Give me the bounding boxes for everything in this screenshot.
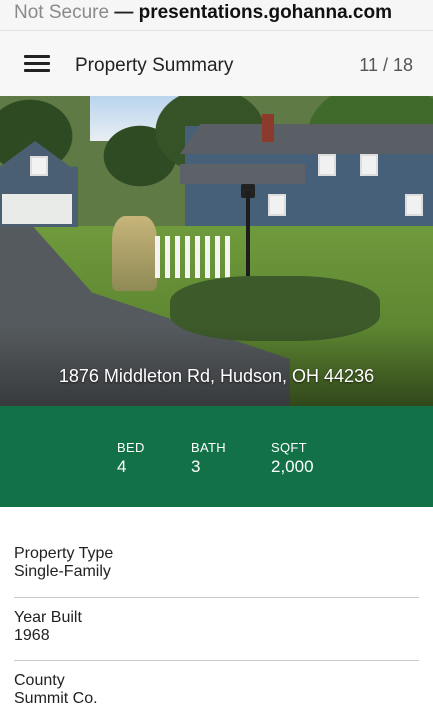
detail-value: 1968 (14, 627, 50, 644)
stat-bed: BED 4 (117, 440, 145, 477)
detail-property-type: Property Type Single-Family (14, 545, 113, 581)
browser-url-bar[interactable]: Not Secure — presentations.gohanna.com (0, 0, 433, 30)
stat-value: 3 (191, 457, 201, 476)
property-stats: BED 4 BATH 3 SQFT 2,000 (0, 406, 433, 507)
property-address: 1876 Middleton Rd, Hudson, OH 44236 (58, 366, 375, 386)
hamburger-menu-icon[interactable] (24, 55, 50, 73)
detail-label: Property Type (14, 545, 114, 562)
security-label: Not Secure (14, 2, 110, 23)
detail-county: County Summit Co. (14, 672, 98, 708)
detail-value: Summit Co. (14, 690, 98, 707)
divider (14, 597, 419, 598)
detail-label: Year Built (14, 609, 82, 626)
app-header: Property Summary 11 / 18 (0, 30, 433, 98)
page-title: Property Summary (75, 55, 234, 76)
stat-value: 2,000 (271, 457, 314, 476)
detail-year-built: Year Built 1968 (14, 609, 82, 645)
stat-label: BATH (191, 440, 226, 455)
divider (14, 660, 419, 661)
stat-label: BED (117, 440, 145, 455)
page-counter: 11 / 18 (359, 55, 413, 75)
stat-bath: BATH 3 (191, 440, 226, 477)
url-separator: — (114, 2, 134, 23)
detail-value: Single-Family (14, 563, 111, 580)
property-photo: 1876 Middleton Rd, Hudson, OH 44236 (0, 96, 433, 406)
stat-sqft: SQFT 2,000 (271, 440, 314, 477)
url-host: presentations.gohanna.com (138, 2, 392, 23)
stat-value: 4 (117, 457, 127, 476)
stat-label: SQFT (271, 440, 307, 455)
detail-label: County (14, 672, 65, 689)
